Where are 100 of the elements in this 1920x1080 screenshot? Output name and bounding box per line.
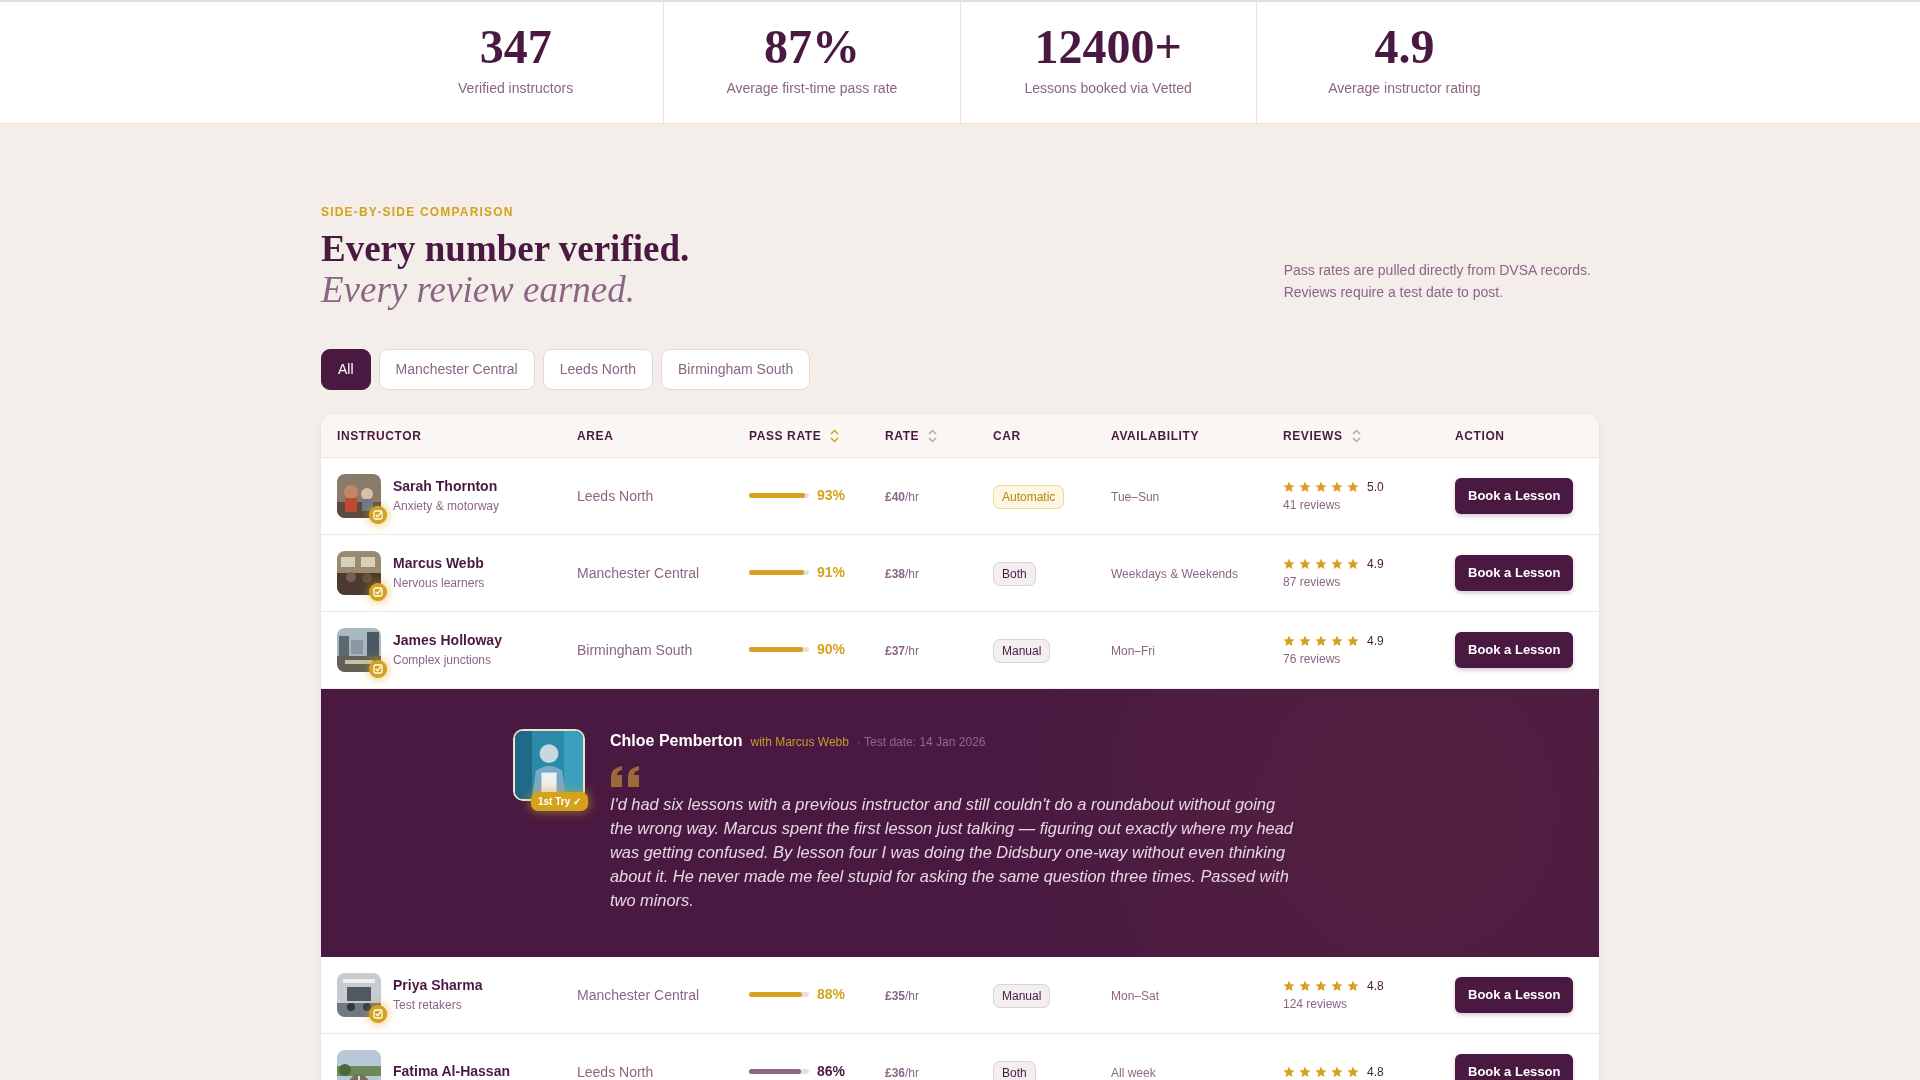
star-icon [1331, 557, 1343, 570]
instructor-name: Sarah Thornton [393, 477, 499, 497]
review-count: 124 reviews [1283, 995, 1349, 1013]
car-tag: Automatic [993, 484, 1065, 509]
star-icon [1331, 480, 1343, 493]
stat-label: Average instructor rating [1327, 79, 1482, 99]
rate-text: £38/hr [885, 566, 920, 581]
rating-value: 4.9 [1367, 632, 1384, 650]
book-button[interactable]: Book a Lesson [1455, 1054, 1574, 1080]
filter-button[interactable]: Leeds North [542, 348, 653, 390]
book-button[interactable]: Book a Lesson [1455, 478, 1574, 514]
column-header[interactable]: REVIEWS [1283, 427, 1362, 446]
stat-value: 87% [762, 22, 861, 73]
instructor-name: James Holloway [393, 631, 502, 651]
star-icon [1331, 634, 1343, 647]
rating-value: 4.8 [1367, 1063, 1384, 1080]
pass-rate-value: 91% [817, 563, 846, 583]
test-date: · Test date: 14 Jan 2026 [856, 733, 986, 751]
rating-value: 5.0 [1367, 478, 1384, 496]
book-button[interactable]: Book a Lesson [1455, 977, 1574, 1013]
star-icon [1347, 1065, 1359, 1078]
instructor-specialty: Complex junctions [393, 652, 493, 670]
star-icon [1299, 557, 1311, 570]
star-icon [1299, 480, 1311, 493]
column-header: ACTION [1455, 428, 1505, 446]
column-header: INSTRUCTOR [337, 428, 422, 446]
star-icon [1315, 979, 1327, 992]
reviewer-name: Chloe Pemberton [610, 730, 743, 751]
area-text: Leeds North [577, 487, 654, 504]
pass-rate-value: 90% [817, 640, 846, 660]
area-text: Birmingham South [577, 641, 693, 658]
column-header[interactable]: PASS RATE [749, 427, 841, 446]
quote-icon [610, 764, 640, 788]
column-header: AREA [577, 428, 614, 446]
instructor-specialty: Test retakers [393, 997, 463, 1015]
area-text: Manchester Central [577, 564, 700, 581]
note-text: Reviews require a test date to post. [1283, 282, 1505, 302]
column-header: CAR [993, 428, 1021, 446]
instructor-name: Marcus Webb [393, 554, 485, 574]
review-count: 76 reviews [1283, 650, 1342, 668]
availability-text: Mon–Fri [1111, 643, 1155, 658]
star-icon [1347, 557, 1359, 570]
rate-text: £35/hr [885, 988, 920, 1003]
star-icon [1347, 480, 1359, 493]
rating-value: 4.9 [1367, 555, 1384, 573]
car-tag: Manual [993, 983, 1051, 1008]
section-subtitle: Every review earned. [321, 270, 636, 311]
star-icon [1347, 634, 1359, 647]
pass-rate-value: 93% [817, 486, 846, 506]
instructor-specialty: Anxiety & motorway [393, 498, 500, 516]
star-icon [1283, 480, 1295, 493]
stat-label: Lessons booked via Vetted [1023, 79, 1193, 99]
filter-button[interactable]: Manchester Central [378, 348, 535, 390]
star-icon [1283, 557, 1295, 570]
rate-text: £36/hr [885, 1065, 920, 1080]
review-text: I'd had six lessons with a previous instructor and still couldn't do a roundabout without going the wrong way. Marcus spent the first lesson just talking — figuring out exactly where my head was getting confused. By lesson four I was doing the Didsbury one-way without even thinking about it. He never made me feel stupid for asking the same question three times. Passed with two minors. [610, 793, 1295, 911]
availability-text: Mon–Sat [1111, 988, 1160, 1003]
star-icon [1315, 557, 1327, 570]
star-icon [1315, 634, 1327, 647]
rating-value: 4.8 [1367, 977, 1384, 995]
instructor-name: Fatima Al-Hassan [393, 1062, 510, 1080]
rate-text: £37/hr [885, 643, 920, 658]
star-icon [1315, 1065, 1327, 1078]
column-header: AVAILABILITY [1111, 428, 1200, 446]
instructor-name: Priya Sharma [393, 976, 483, 996]
availability-text: All week [1111, 1065, 1156, 1080]
pass-rate-value: 86% [817, 1062, 846, 1080]
car-tag: Both [993, 1060, 1036, 1080]
book-button[interactable]: Book a Lesson [1455, 555, 1574, 591]
star-icon [1299, 634, 1311, 647]
review-count: 41 reviews [1283, 496, 1342, 514]
filter-button[interactable]: Birmingham South [661, 348, 811, 390]
stat-value: 347 [478, 22, 553, 73]
review-count: 87 reviews [1283, 573, 1342, 591]
availability-text: Weekdays & Weekends [1111, 566, 1238, 581]
note-text: Pass rates are pulled directly from DVSA records. [1283, 260, 1591, 280]
stat-value: 12400+ [1033, 22, 1183, 73]
instructor-specialty: Nervous learners [393, 575, 485, 593]
car-tag: Manual [993, 638, 1051, 663]
stat-label: Average first-time pass rate [725, 79, 899, 99]
book-button[interactable]: Book a Lesson [1455, 632, 1574, 668]
section-eyebrow: SIDE-BY-SIDE COMPARISON [321, 204, 515, 222]
filter-button[interactable]: All [321, 348, 371, 390]
star-icon [1299, 979, 1311, 992]
car-tag: Both [993, 561, 1036, 586]
first-try-badge: 1st Try ✓ [531, 791, 589, 811]
availability-text: Tue–Sun [1111, 489, 1160, 504]
star-icon [1283, 979, 1295, 992]
stat-value: 4.9 [1373, 22, 1436, 73]
pass-rate-value: 88% [817, 985, 846, 1005]
area-text: Leeds North [577, 1063, 654, 1080]
star-icon [1331, 1065, 1343, 1078]
star-icon [1315, 480, 1327, 493]
star-icon [1283, 1065, 1295, 1078]
column-header[interactable]: RATE [885, 427, 939, 446]
stat-label: Verified instructors [457, 79, 575, 99]
star-icon [1299, 1065, 1311, 1078]
star-icon [1347, 979, 1359, 992]
area-text: Manchester Central [577, 986, 700, 1003]
star-icon [1283, 634, 1295, 647]
